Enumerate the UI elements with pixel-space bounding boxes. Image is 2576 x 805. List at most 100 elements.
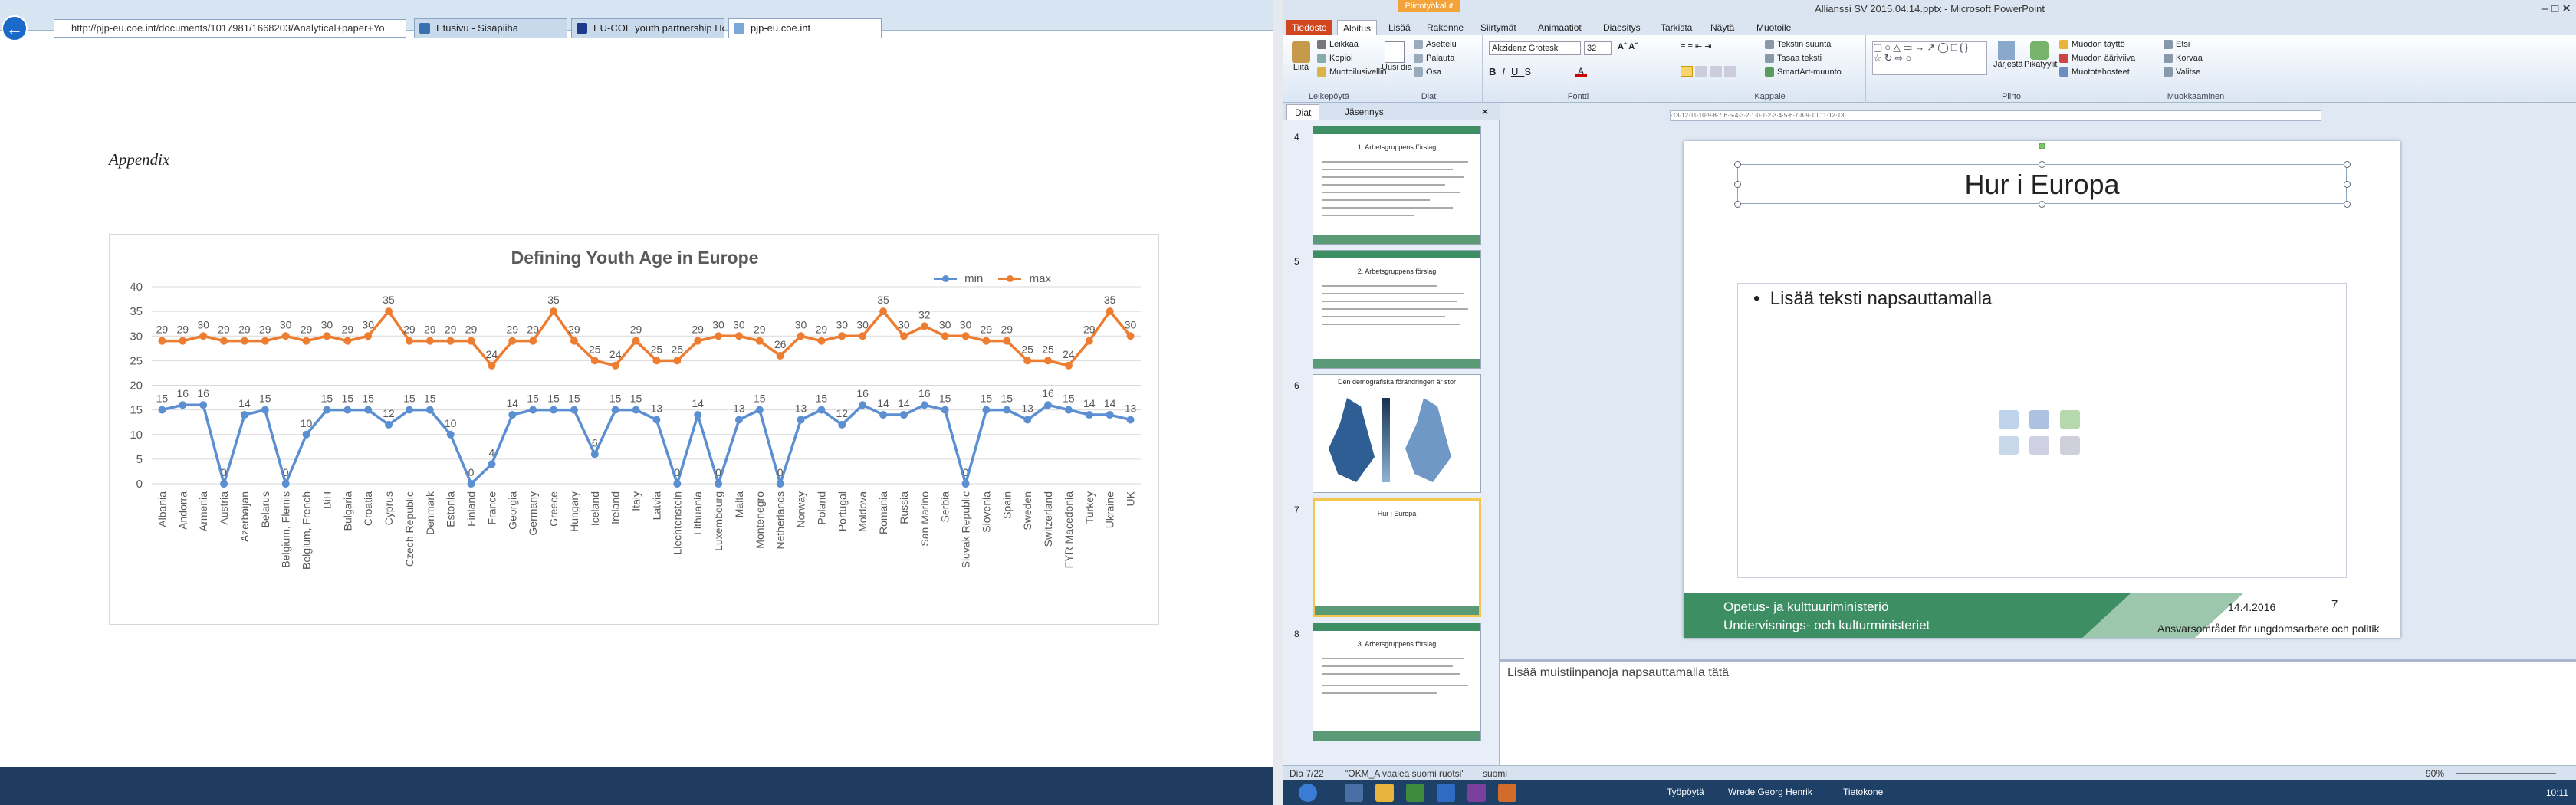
- zoom-slider[interactable]: [2456, 773, 2556, 774]
- smartart-button[interactable]: SmartArt-muunto: [1765, 67, 1842, 77]
- insert-media-icon[interactable]: [2060, 436, 2080, 455]
- shapes-gallery[interactable]: ▢○△▭→↗◯□{}☆↻⇨○: [1872, 41, 1987, 75]
- font-color-icon[interactable]: A: [1575, 66, 1587, 77]
- resize-handle[interactable]: [1734, 161, 1741, 168]
- font-name-select[interactable]: Akzidenz Grotesk: [1489, 41, 1581, 55]
- slide-title-placeholder[interactable]: Hur i Europa: [1737, 164, 2347, 204]
- powerpoint-icon[interactable]: [1498, 784, 1516, 802]
- resize-handle[interactable]: [2344, 161, 2351, 168]
- insert-table-icon[interactable]: [1999, 410, 2019, 429]
- back-arrow-icon[interactable]: ←: [2, 15, 28, 41]
- address-bar[interactable]: http://pjp-eu.coe.int/documents/1017981/…: [54, 19, 406, 38]
- taskbar-app-icon[interactable]: [1406, 784, 1424, 802]
- window-splitter[interactable]: [1273, 0, 1283, 805]
- tab-file[interactable]: Tiedosto: [1286, 20, 1332, 35]
- justify-icon[interactable]: [1724, 66, 1737, 77]
- find-button[interactable]: Etsi: [2164, 40, 2190, 50]
- data-label-max: 25: [651, 343, 663, 355]
- layout-button[interactable]: Asettelu: [1414, 40, 1457, 50]
- section-button[interactable]: Osa: [1414, 67, 1441, 77]
- data-point-max: [240, 337, 248, 345]
- thumb-text-line: [1322, 215, 1414, 216]
- x-tick-label: Liechtenstein: [671, 491, 683, 555]
- reset-button[interactable]: Palauta: [1414, 54, 1454, 64]
- align-left-icon[interactable]: [1681, 66, 1693, 77]
- data-point-max: [961, 332, 970, 340]
- shape-fill-button[interactable]: Muodon täyttö: [2059, 40, 2125, 50]
- resize-handle[interactable]: [2039, 201, 2045, 208]
- drawing-tools-context-tab[interactable]: Piirtotyökalut: [1398, 0, 1460, 12]
- close-panel-icon[interactable]: ✕: [1481, 104, 1489, 120]
- tab-outline[interactable]: Jäsennys: [1337, 104, 1392, 120]
- group-font: Akzidenz Grotesk 32 Aˆ Aˇ BIUS A Fontti: [1483, 35, 1674, 103]
- slide-thumbnail-6[interactable]: Den demografiska förändringen är stor: [1313, 374, 1481, 493]
- slide-content-placeholder[interactable]: • Lisää teksti napsauttamalla: [1737, 283, 2347, 578]
- quick-styles-button[interactable]: Pikatyylit: [2024, 41, 2058, 69]
- taskbar-app-icon[interactable]: [1345, 784, 1363, 802]
- tab-etusivu[interactable]: Etusivu - Sisäpiiha: [414, 18, 567, 38]
- select-button[interactable]: Valitse: [2164, 67, 2200, 77]
- font-size-select[interactable]: 32: [1584, 41, 1612, 55]
- word-icon[interactable]: [1437, 784, 1455, 802]
- shape-outline-button[interactable]: Muodon ääriviiva: [2059, 54, 2135, 64]
- resize-handle[interactable]: [1734, 181, 1741, 188]
- taskbar-desktop[interactable]: Työpöytä: [1667, 787, 1704, 797]
- tab-eu-coe[interactable]: EU-COE youth partnership Ho...: [571, 18, 724, 38]
- tab-slideshow[interactable]: Diaesitys: [1598, 20, 1646, 35]
- replace-button[interactable]: Korvaa: [2164, 54, 2203, 64]
- insert-clipart-icon[interactable]: [2029, 436, 2049, 455]
- insert-smartart-icon[interactable]: [2060, 410, 2080, 429]
- data-point-min: [694, 411, 702, 419]
- tab-review[interactable]: Tarkista: [1655, 20, 1697, 35]
- window-controls[interactable]: – □ ✕: [2502, 2, 2571, 15]
- grow-font-icon[interactable]: Aˆ Aˇ: [1618, 42, 1638, 51]
- language[interactable]: suomi: [1483, 766, 1507, 781]
- copy-button[interactable]: Kopioi: [1317, 54, 1353, 64]
- tab-design[interactable]: Rakenne: [1421, 20, 1469, 35]
- quick-styles-label: Pikatyylit: [2024, 60, 2058, 69]
- start-icon[interactable]: [1299, 784, 1317, 802]
- slide-thumbnail-4[interactable]: 1. Arbetsgruppens förslag: [1313, 126, 1481, 245]
- taskbar-user[interactable]: Wrede Georg Henrik: [1728, 787, 1812, 797]
- data-point-max: [776, 351, 784, 360]
- font-format-buttons[interactable]: BIUS: [1489, 66, 1537, 77]
- cut-button[interactable]: Leikkaa: [1317, 40, 1359, 50]
- resize-handle[interactable]: [2344, 181, 2351, 188]
- align-center-icon[interactable]: [1695, 66, 1708, 77]
- insert-chart-icon[interactable]: [2029, 410, 2049, 429]
- slide-thumbnail-5[interactable]: 2. Arbetsgruppens förslag: [1313, 250, 1481, 369]
- data-point-min: [879, 411, 888, 419]
- align-right-icon[interactable]: [1710, 66, 1723, 77]
- align-text-button[interactable]: Tasaa teksti: [1765, 54, 1822, 64]
- resize-handle[interactable]: [1734, 201, 1741, 208]
- zoom-level[interactable]: 90%: [2426, 766, 2444, 781]
- tab-transitions[interactable]: Siirtymät: [1475, 20, 1522, 35]
- notes-pane[interactable]: Lisää muistiinpanoja napsauttamalla tätä: [1500, 659, 2576, 765]
- tab-format[interactable]: Muotoile: [1751, 20, 1796, 35]
- rotate-handle[interactable]: [2039, 143, 2045, 150]
- text-direction-button[interactable]: Tekstin suunta: [1765, 40, 1831, 50]
- tab-pjp[interactable]: pjp-eu.coe.int: [728, 18, 882, 38]
- quick-styles-icon: [2030, 41, 2049, 60]
- bullets-icon[interactable]: ≡ ≡ ⇤ ⇥: [1681, 41, 1711, 51]
- paste-button[interactable]: Liitä: [1290, 41, 1313, 72]
- resize-handle[interactable]: [2039, 161, 2045, 168]
- taskbar-computer[interactable]: Tietokone: [1843, 787, 1883, 797]
- onenote-icon[interactable]: [1467, 784, 1486, 802]
- align-text-label: Tasaa teksti: [1777, 54, 1822, 63]
- slide-thumbnail-8[interactable]: 3. Arbetsgruppens förslag: [1313, 623, 1481, 741]
- slide-thumbnail-7-selected[interactable]: Hur i Europa: [1313, 498, 1481, 617]
- folder-icon[interactable]: [1375, 784, 1394, 802]
- arrange-button[interactable]: Järjestä: [1993, 41, 2023, 69]
- tab-animations[interactable]: Animaatiot: [1533, 20, 1587, 35]
- new-slide-button[interactable]: Uusi dia: [1382, 41, 1412, 72]
- tab-view[interactable]: Näytä: [1705, 20, 1740, 35]
- tab-insert[interactable]: Lisää: [1383, 20, 1416, 35]
- align-icons[interactable]: [1681, 66, 1737, 79]
- resize-handle[interactable]: [2344, 201, 2351, 208]
- shape-effects-button[interactable]: Muototehosteet: [2059, 67, 2130, 77]
- insert-picture-icon[interactable]: [1999, 436, 2019, 455]
- tab-slides[interactable]: Diat: [1286, 104, 1320, 120]
- tab-home[interactable]: Aloitus: [1337, 20, 1378, 35]
- data-point-max: [1064, 361, 1073, 370]
